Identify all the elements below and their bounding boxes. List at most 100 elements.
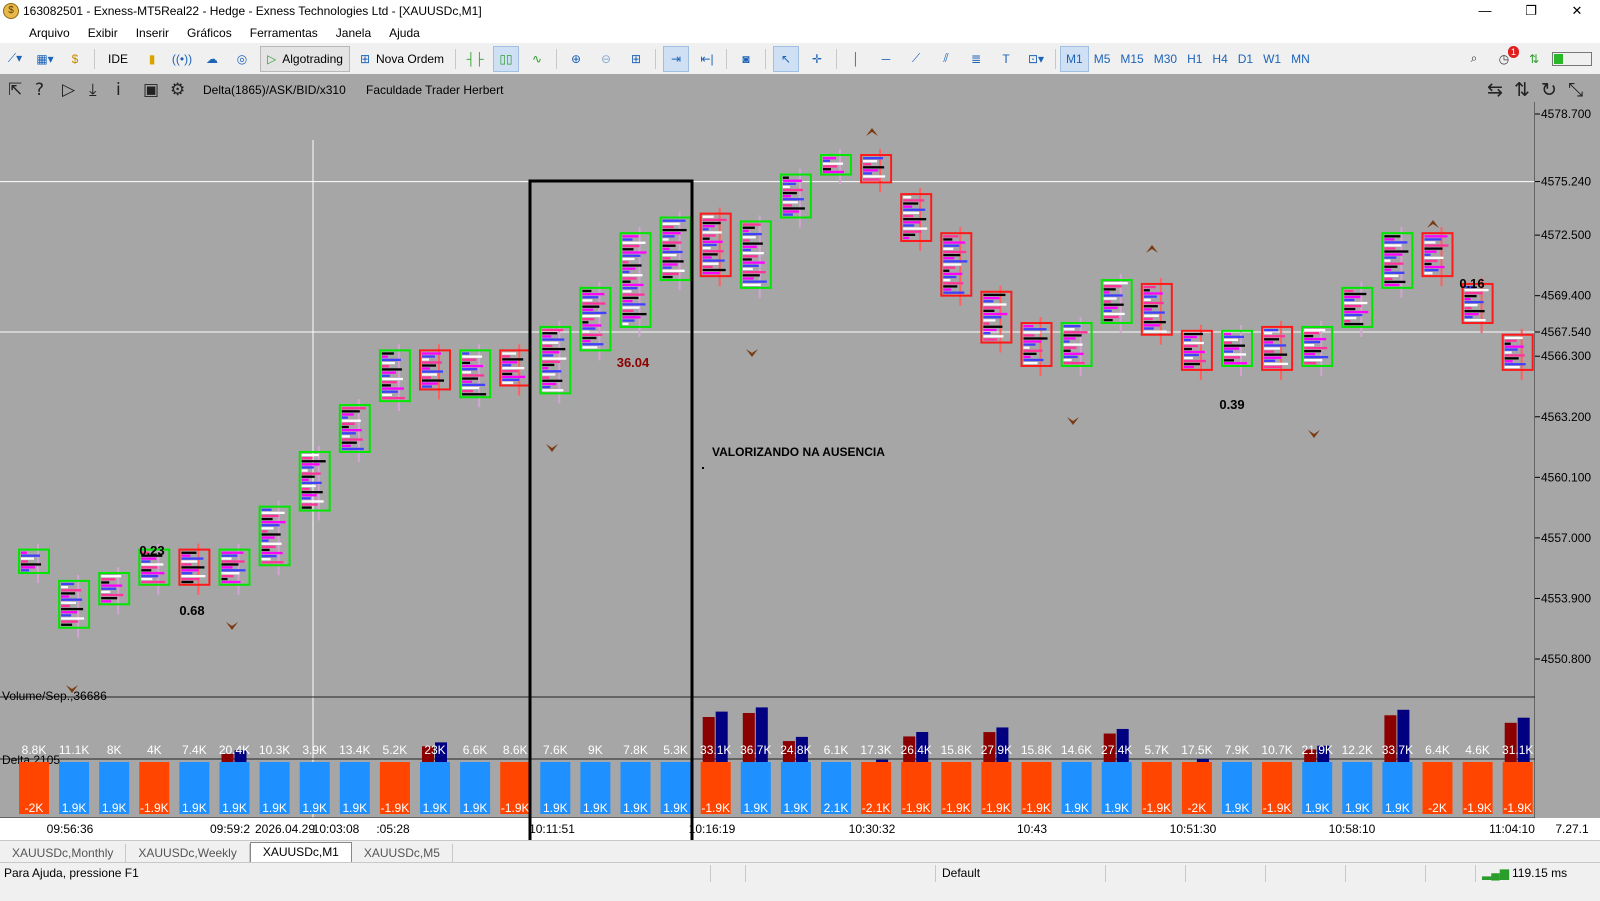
footprint-bar xyxy=(1264,365,1283,369)
price-label: 4557.000 xyxy=(1541,531,1591,545)
footprint-bar xyxy=(1384,271,1405,274)
menu-janela[interactable]: Janela xyxy=(327,26,380,40)
menu-ajuda[interactable]: Ajuda xyxy=(380,26,429,40)
menu-exibir[interactable]: Exibir xyxy=(79,26,127,40)
footprint-bar xyxy=(742,277,754,280)
autoscroll-icon[interactable]: ⇥ xyxy=(663,45,690,72)
horizontal-line-icon[interactable]: ─ xyxy=(874,47,898,71)
footprint-bar xyxy=(622,293,645,296)
maximize-button[interactable]: ❐ xyxy=(1508,0,1554,22)
footprint-bar xyxy=(422,358,429,361)
timeframe-d1[interactable]: D1 xyxy=(1233,47,1258,71)
line-chart-icon[interactable]: ∿ xyxy=(525,47,549,71)
main-toolbar: ⟋▾ ▦▾ $ IDE ▮ ((•)) ☁ ◎ ▷ Algotrading ⊞ No… xyxy=(0,43,1600,75)
fibonacci-icon[interactable]: ≣ xyxy=(964,47,988,71)
signal-icon[interactable]: ((•)) xyxy=(170,47,194,71)
menu-inserir[interactable]: Inserir xyxy=(127,26,178,40)
timeframe-m1[interactable]: M1 xyxy=(1060,45,1089,72)
dollar-icon[interactable]: $ xyxy=(63,47,87,71)
notification-icon[interactable]: ◷ 1 xyxy=(1492,45,1519,71)
zoom-in-icon[interactable]: ⊕ xyxy=(564,47,588,71)
footprint-bar xyxy=(1424,262,1432,266)
timeframe-h1[interactable]: H1 xyxy=(1182,47,1207,71)
footprint-bar xyxy=(1143,324,1160,327)
chart-area[interactable]: Volume/Sep.,36686 8.8K 11.1K 8K 4K 7.4K 20.4K 1… xyxy=(0,74,1600,840)
footprint-bar xyxy=(1464,300,1484,304)
footprint-bar xyxy=(1143,314,1159,317)
tile-windows-icon[interactable]: ⊞ xyxy=(624,47,648,71)
minimize-button[interactable]: — xyxy=(1462,0,1508,22)
footprint-bar xyxy=(742,248,751,252)
down-arrow-icon xyxy=(226,622,238,630)
lock-icon[interactable]: ▮ xyxy=(140,47,164,71)
time-label: 10:30:32 xyxy=(849,822,896,836)
cursor-icon[interactable]: ↖ xyxy=(773,45,800,72)
tab-xauusdc-weekly[interactable]: XAUUSDc,Weekly xyxy=(126,844,250,863)
timeframe-h4[interactable]: H4 xyxy=(1207,47,1232,71)
zoom-out-icon[interactable]: ⊖ xyxy=(594,47,618,71)
ide-button[interactable]: IDE xyxy=(102,47,134,71)
orderflow-chart[interactable]: Volume/Sep.,366868.8K 11.1K 8K 4K 7.4K 20.4K 1… xyxy=(0,74,1600,840)
footprint-bar xyxy=(301,500,324,503)
footprint-bar xyxy=(1424,241,1436,244)
footprint-bar xyxy=(542,335,552,338)
info-icon: i xyxy=(116,80,121,100)
menu-arquivo[interactable]: Arquivo xyxy=(20,26,79,40)
search-icon[interactable]: ⌕ xyxy=(1462,47,1486,71)
delta-value: -2K xyxy=(1428,801,1447,815)
footprint-bar xyxy=(1224,341,1232,344)
shapes-icon[interactable]: ⊡▾ xyxy=(1024,47,1048,71)
trendline-icon[interactable]: ⟋ xyxy=(904,47,928,71)
channel-icon[interactable]: ⫽ xyxy=(934,47,958,71)
footprint-bar xyxy=(301,475,315,478)
footprint-bar xyxy=(1103,288,1116,291)
footprint-bar xyxy=(221,557,232,560)
footprint-bar xyxy=(1384,247,1396,250)
cloud-icon[interactable]: ☁ xyxy=(200,47,224,71)
menu-ferramentas[interactable]: Ferramentas xyxy=(241,26,327,40)
footprint-bar xyxy=(1504,363,1526,366)
menu-graficos[interactable]: Gráficos xyxy=(178,26,241,40)
connection-icon[interactable]: ⇅ xyxy=(1522,47,1546,71)
timeframe-mn[interactable]: MN xyxy=(1286,47,1315,71)
template-icon[interactable]: ▦▾ xyxy=(33,47,57,71)
bar-chart-icon[interactable]: ┤├ xyxy=(463,47,487,71)
footprint-bar xyxy=(1504,351,1512,354)
candle-chart-icon[interactable]: ▯▯ xyxy=(493,45,520,72)
footprint-bar xyxy=(141,574,159,578)
close-button[interactable]: ✕ xyxy=(1554,0,1600,22)
globe-icon[interactable]: ◎ xyxy=(230,47,254,71)
delta-value: -1.9K xyxy=(1463,801,1492,815)
timeframe-m30[interactable]: M30 xyxy=(1149,47,1182,71)
up-arrow-icon xyxy=(866,128,878,136)
footprint-bar xyxy=(1304,349,1322,353)
footprint-bar xyxy=(702,221,721,225)
timeframe-m5[interactable]: M5 xyxy=(1089,47,1116,71)
footprint-bar xyxy=(1063,331,1088,334)
footprint-bar xyxy=(1504,336,1523,340)
footprint-bar xyxy=(1504,360,1513,363)
tab-xauusdc-m1[interactable]: XAUUSDc,M1 xyxy=(249,842,352,863)
tab-xauusdc-m5[interactable]: XAUUSDc,M5 xyxy=(352,844,453,863)
tab-xauusdc-monthly[interactable]: XAUUSDc,Monthly xyxy=(0,844,127,863)
time-label: 09:56:36 xyxy=(47,822,94,836)
footprint-bar xyxy=(983,303,1007,306)
crosshair-icon[interactable]: ✛ xyxy=(805,47,829,71)
timeframe-m15[interactable]: M15 xyxy=(1115,47,1148,71)
text-icon[interactable]: T xyxy=(994,47,1018,71)
chart-shift-icon[interactable]: ⇤| xyxy=(695,47,719,71)
footprint-bar xyxy=(381,393,392,397)
footprint-bar xyxy=(261,514,279,518)
footprint-bar xyxy=(622,316,641,319)
price-axis: 4578.700 4575.240 4572.500 4569.400 4567.540… xyxy=(1535,102,1600,818)
nova-ordem-button[interactable]: ⊞ Nova Ordem xyxy=(356,47,448,71)
algotrading-button[interactable]: ▷ Algotrading xyxy=(260,45,350,72)
vertical-line-icon[interactable]: │ xyxy=(844,47,868,71)
footprint-bar xyxy=(742,229,749,233)
chart-type-icon[interactable]: ⟋▾ xyxy=(3,47,27,71)
footprint-bar xyxy=(181,563,192,566)
screenshot-icon[interactable]: ◙ xyxy=(734,47,758,71)
footprint-bar xyxy=(943,244,960,247)
volume-value: 4K xyxy=(147,743,162,757)
timeframe-w1[interactable]: W1 xyxy=(1258,47,1286,71)
